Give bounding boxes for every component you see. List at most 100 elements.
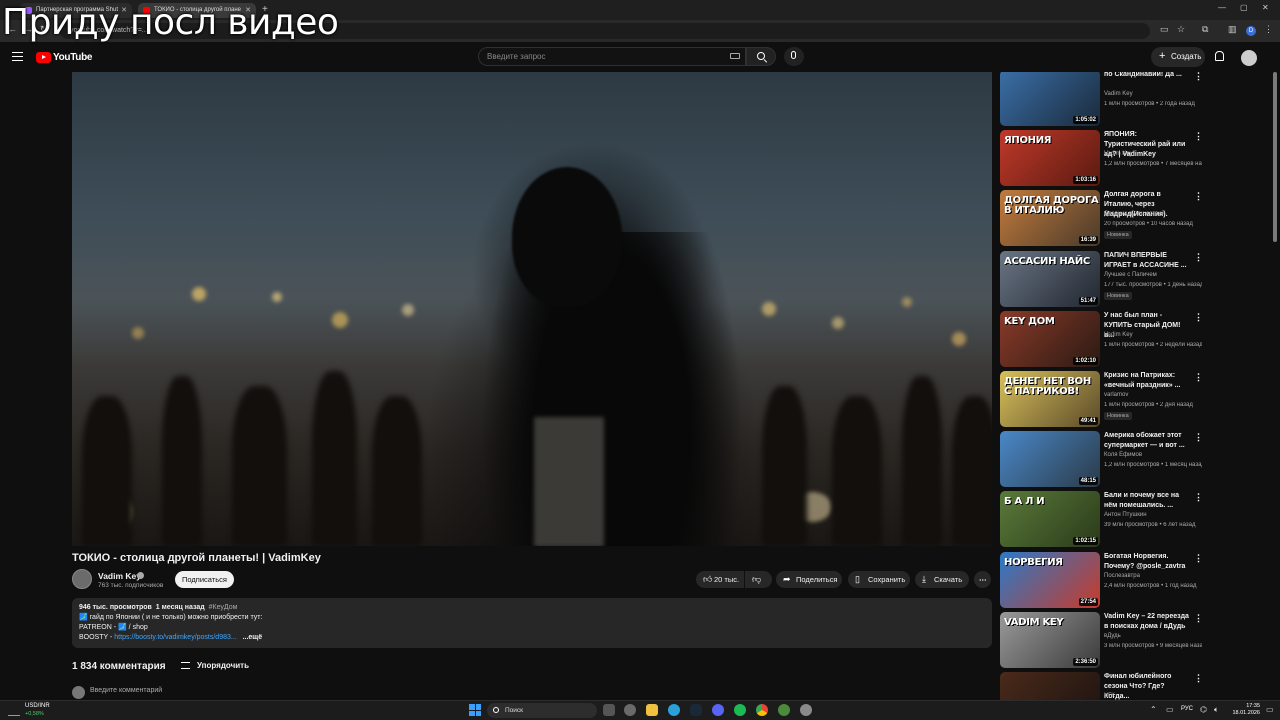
tray-app-icon[interactable]: ▭ <box>1166 705 1174 714</box>
create-button[interactable]: + Создать <box>1151 47 1205 67</box>
account-avatar[interactable] <box>1241 50 1257 66</box>
video-thumbnail[interactable]: Б А Л И 1:02:15 <box>1000 491 1100 548</box>
hamburger-menu-icon[interactable] <box>12 52 23 61</box>
more-options-icon[interactable]: ⋮ <box>1194 372 1203 383</box>
comment-input[interactable]: Введите комментарий <box>90 687 162 694</box>
recommended-video[interactable]: АССАСИН НАЙС 51:47 ПАПИЧ ВПЕРВЫЕ ИГРАЕТ в … <box>1000 250 1270 309</box>
more-options-icon[interactable]: ⋮ <box>1194 673 1203 684</box>
channel-avatar[interactable] <box>72 569 92 589</box>
windows-start-icon[interactable] <box>469 704 481 716</box>
recommended-channel[interactable]: Антон Птушкин <box>1104 512 1147 518</box>
more-options-icon[interactable]: ⋮ <box>1194 191 1203 202</box>
video-thumbnail[interactable]: 1:05:02 <box>1000 72 1100 126</box>
video-thumbnail[interactable]: НОРВЕГИЯ 27:54 <box>1000 551 1100 608</box>
search-input[interactable]: Введите запрос <box>478 47 746 66</box>
steam-icon[interactable] <box>690 704 702 716</box>
channel-name[interactable]: Vadim Key <box>98 571 141 581</box>
language-indicator[interactable]: РУС <box>1181 706 1193 712</box>
sort-comments-button[interactable]: Упорядочить <box>181 661 249 670</box>
file-explorer-icon[interactable] <box>646 704 658 716</box>
minimize-icon[interactable]: — <box>1218 3 1226 12</box>
recommended-channel[interactable]: Vadim Key <box>1104 151 1133 157</box>
recommended-title[interactable]: Богатая Норвегия. Почему? @posle_zavtra <box>1104 552 1190 572</box>
like-button[interactable]: 👍︎ 20 тыс. <box>696 571 744 588</box>
recommended-title[interactable]: ПАПИЧ ВПЕРВЫЕ ИГРАЕТ в АССАСИНЕ ... <box>1104 251 1190 271</box>
recommended-channel[interactable]: Vadim Key <box>1104 91 1133 97</box>
recommended-channel[interactable]: Vadim Key <box>1104 332 1133 338</box>
chrome-icon[interactable] <box>756 704 768 716</box>
recommended-title[interactable]: Финал юбилейного сезона Что? Где? Когда.… <box>1104 672 1190 700</box>
more-options-icon[interactable]: ⋮ <box>1194 72 1203 82</box>
dislike-button[interactable]: 👎︎ <box>745 571 772 588</box>
recommended-video[interactable]: VADIM KEY 2:36:50 Vadim Key – 22 переезда … <box>1000 611 1270 670</box>
video-thumbnail[interactable]: KEY ДОМ 1:02:10 <box>1000 310 1100 367</box>
sidepanel-icon[interactable]: ▥ <box>1228 24 1237 35</box>
recommended-video[interactable]: ДОЛГАЯ ДОРОГА В ИТАЛИЮ 16:39 Долгая дорога… <box>1000 190 1270 248</box>
show-more-link[interactable]: ...ещё <box>243 634 263 641</box>
recommended-title[interactable]: Vadim Key – 22 переезда в поисках дома /… <box>1104 612 1190 632</box>
video-thumbnail[interactable]: ДЕНЕГ НЕТ ВОН С ПАТРИКОВ! 49:41 <box>1000 371 1100 427</box>
video-thumbnail[interactable]: ДОЛГАЯ ДОРОГА В ИТАЛИЮ 16:39 <box>1000 190 1100 247</box>
keyboard-icon[interactable] <box>730 53 740 59</box>
notifications-icon[interactable]: ▭ <box>1266 705 1274 714</box>
voice-search-button[interactable] <box>784 47 804 66</box>
video-thumbnail[interactable]: ЯПОНИЯ 1:03:16 <box>1000 130 1100 187</box>
more-options-icon[interactable]: ⋮ <box>1194 312 1203 323</box>
recommended-video[interactable]: 1:05:02 по Скандинавии! Да ... Vadim Key 1 … <box>1000 72 1270 128</box>
video-thumbnail[interactable]: АССАСИН НАЙС 51:47 <box>1000 250 1100 307</box>
save-button[interactable]: ▯ Сохранить <box>848 571 910 588</box>
recommended-video[interactable]: ЯПОНИЯ 1:03:16 ЯПОНИЯ: Туристический рай и… <box>1000 130 1270 188</box>
recommended-video[interactable]: KEY ДОМ 1:02:10 У нас был план - КУПИТЬ ст… <box>1000 310 1270 369</box>
recommended-video[interactable]: НОРВЕГИЯ 27:54 Богатая Норвегия. Почему? @… <box>1000 551 1270 610</box>
close-window-icon[interactable]: ✕ <box>1262 3 1269 12</box>
more-options-icon[interactable]: ⋮ <box>1194 553 1203 564</box>
recommended-channel[interactable]: Дневник путешествий <box>1104 211 1165 217</box>
share-button[interactable]: ➦ Поделиться <box>776 571 842 588</box>
youtube-logo[interactable]: YouTube <box>36 51 93 63</box>
more-options-icon[interactable]: ⋮ <box>1194 492 1203 503</box>
recommended-video[interactable]: Финал юбилейного сезона Что? Где? Когда.… <box>1000 672 1270 700</box>
more-options-icon[interactable]: ⋮ <box>1194 131 1203 142</box>
download-button[interactable]: ⤓ Скачать <box>915 571 969 588</box>
settings-app-icon[interactable] <box>624 704 636 716</box>
gear-app-icon[interactable] <box>800 704 812 716</box>
discord-icon[interactable] <box>712 704 724 716</box>
recommended-video[interactable]: ДЕНЕГ НЕТ ВОН С ПАТРИКОВ! 49:41 Кризис на … <box>1000 371 1270 429</box>
ticker-name[interactable]: USD/INR <box>25 703 50 709</box>
recommended-channel[interactable]: Лучшее с Папичем <box>1104 272 1157 278</box>
recommended-title[interactable]: Америка обожает этот супермаркет — и вот… <box>1104 431 1190 451</box>
volume-icon[interactable]: 🔈︎ <box>1214 705 1219 715</box>
maximize-icon[interactable]: ▢ <box>1240 3 1248 12</box>
video-player[interactable] <box>72 72 992 546</box>
notifications-bell-icon[interactable] <box>1215 51 1224 61</box>
hashtag-link[interactable]: #КеуДом <box>209 604 238 611</box>
search-button[interactable] <box>746 47 776 66</box>
recommended-channel[interactable]: Послезавтра <box>1104 573 1140 579</box>
recommended-video[interactable]: Б А Л И 1:02:15 Бали и почему все на нём п… <box>1000 491 1270 549</box>
clock[interactable]: 17:35 18.01.2026 <box>1230 703 1260 717</box>
recommended-channel[interactable]: Коля Ефимов <box>1104 452 1142 458</box>
recommended-title[interactable]: Кризис на Патриках: «вечный праздник» ..… <box>1104 371 1190 391</box>
more-actions-button[interactable]: ⋯ <box>974 571 991 588</box>
subscribe-button[interactable]: Подписаться <box>175 571 234 588</box>
video-thumbnail[interactable]: VADIM KEY 2:36:50 <box>1000 611 1100 668</box>
recommended-video[interactable]: 48:15 Америка обожает этот супермаркет — … <box>1000 431 1270 489</box>
network-icon[interactable]: ⌬ <box>1200 705 1207 714</box>
recommended-channel[interactable]: ЧГК <box>1104 693 1115 699</box>
description-box[interactable]: 946 тыс. просмотров 1 месяц назад #КеуДо… <box>72 598 992 648</box>
tray-chevron-icon[interactable]: ⌃ <box>1150 705 1157 714</box>
more-options-icon[interactable]: ⋮ <box>1194 613 1203 624</box>
spotify-icon[interactable] <box>734 704 746 716</box>
page-scrollbar[interactable] <box>1273 72 1277 242</box>
recommended-channel[interactable]: varlamov <box>1104 392 1128 398</box>
telegram-icon[interactable] <box>668 704 680 716</box>
more-options-icon[interactable]: ⋮ <box>1194 252 1203 263</box>
extensions-icon[interactable]: ⧉ <box>1202 24 1208 35</box>
recommended-title[interactable]: Бали и почему все на нём помешались. ... <box>1104 491 1190 511</box>
task-view-icon[interactable] <box>603 704 615 716</box>
video-thumbnail[interactable] <box>1000 672 1100 700</box>
recommended-title[interactable]: по Скандинавии! Да ... <box>1104 72 1190 80</box>
recommended-channel[interactable]: вДудь <box>1104 633 1121 639</box>
more-options-icon[interactable]: ⋮ <box>1194 432 1203 443</box>
boosty-link[interactable]: https://boosty.to/vadimkey/posts/d983... <box>114 634 236 641</box>
